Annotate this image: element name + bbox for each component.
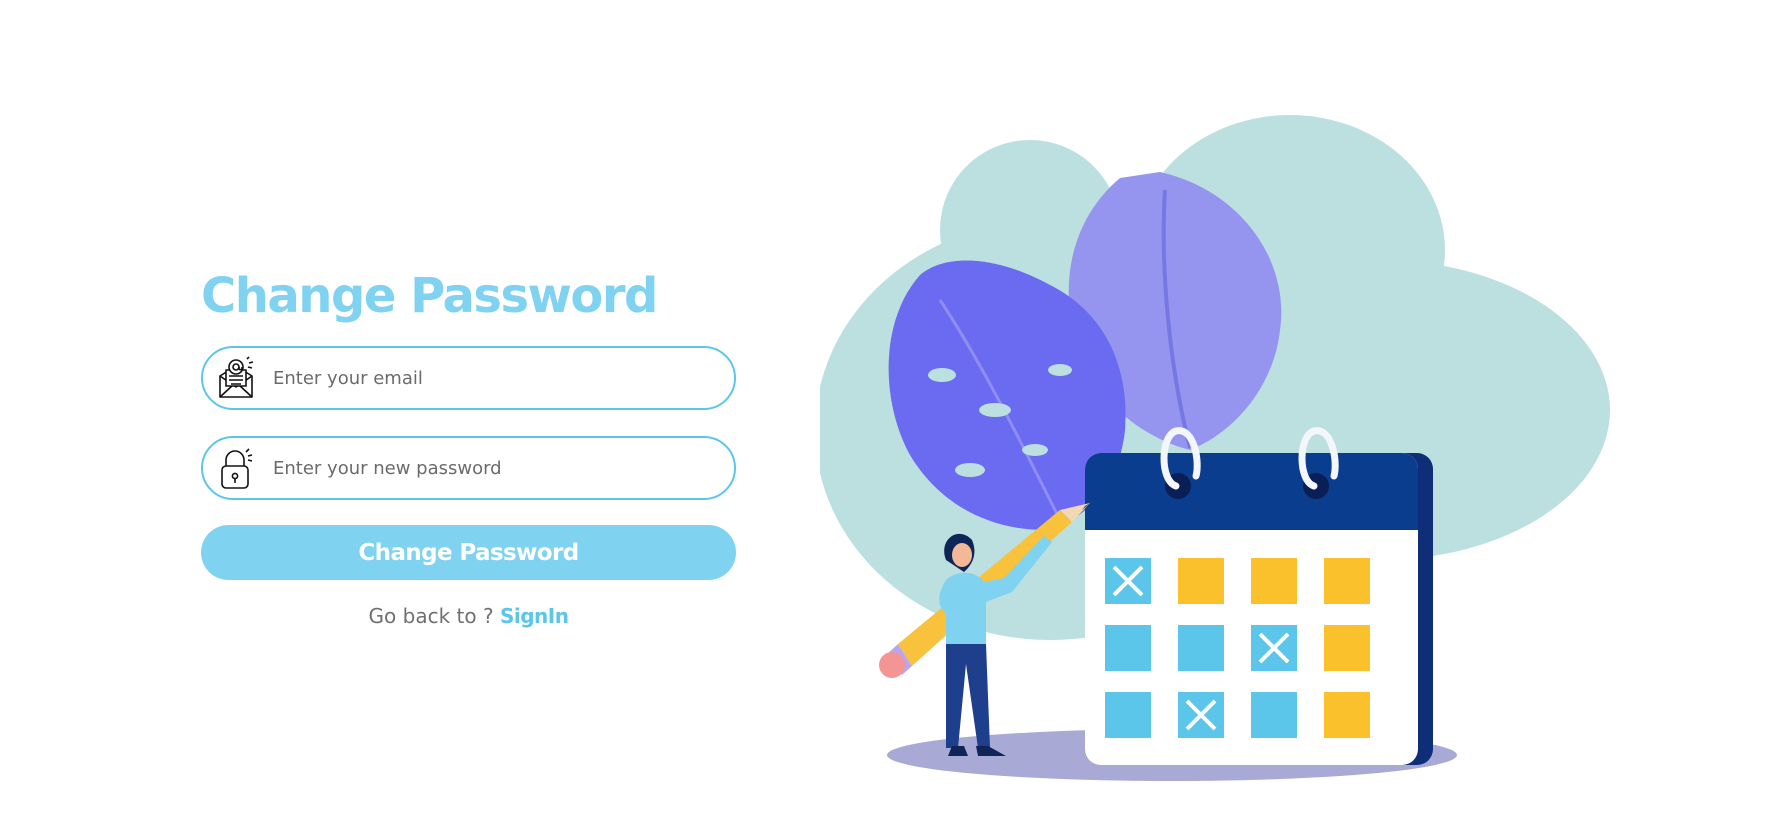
calendar-cell [1324, 625, 1370, 671]
calendar-scheduling-illustration [820, 115, 1610, 781]
page-title: Change Password [201, 268, 658, 324]
calendar-cell [1105, 625, 1151, 671]
calendar-cell [1251, 692, 1297, 738]
go-back-text: Go back to ? [368, 604, 500, 628]
email-input[interactable] [273, 358, 693, 398]
padlock-icon [221, 448, 253, 489]
calendar-cell [1178, 558, 1224, 604]
signin-link[interactable]: SignIn [500, 604, 569, 628]
calendar-cell [1324, 692, 1370, 738]
new-password-input[interactable] [273, 448, 693, 488]
email-at-icon [219, 356, 254, 398]
change-password-button[interactable]: Change Password [201, 525, 736, 580]
password-field[interactable] [201, 436, 736, 500]
calendar [1085, 427, 1433, 765]
email-field[interactable] [201, 346, 736, 410]
calendar-cell [1178, 625, 1224, 671]
calendar-cell [1324, 558, 1370, 604]
calendar-cell [1251, 558, 1297, 604]
change-password-form: Change Password Enter your email Change … [201, 262, 736, 628]
go-back-prompt: Go back to ? SignIn [201, 604, 736, 628]
calendar-cell [1105, 692, 1151, 738]
